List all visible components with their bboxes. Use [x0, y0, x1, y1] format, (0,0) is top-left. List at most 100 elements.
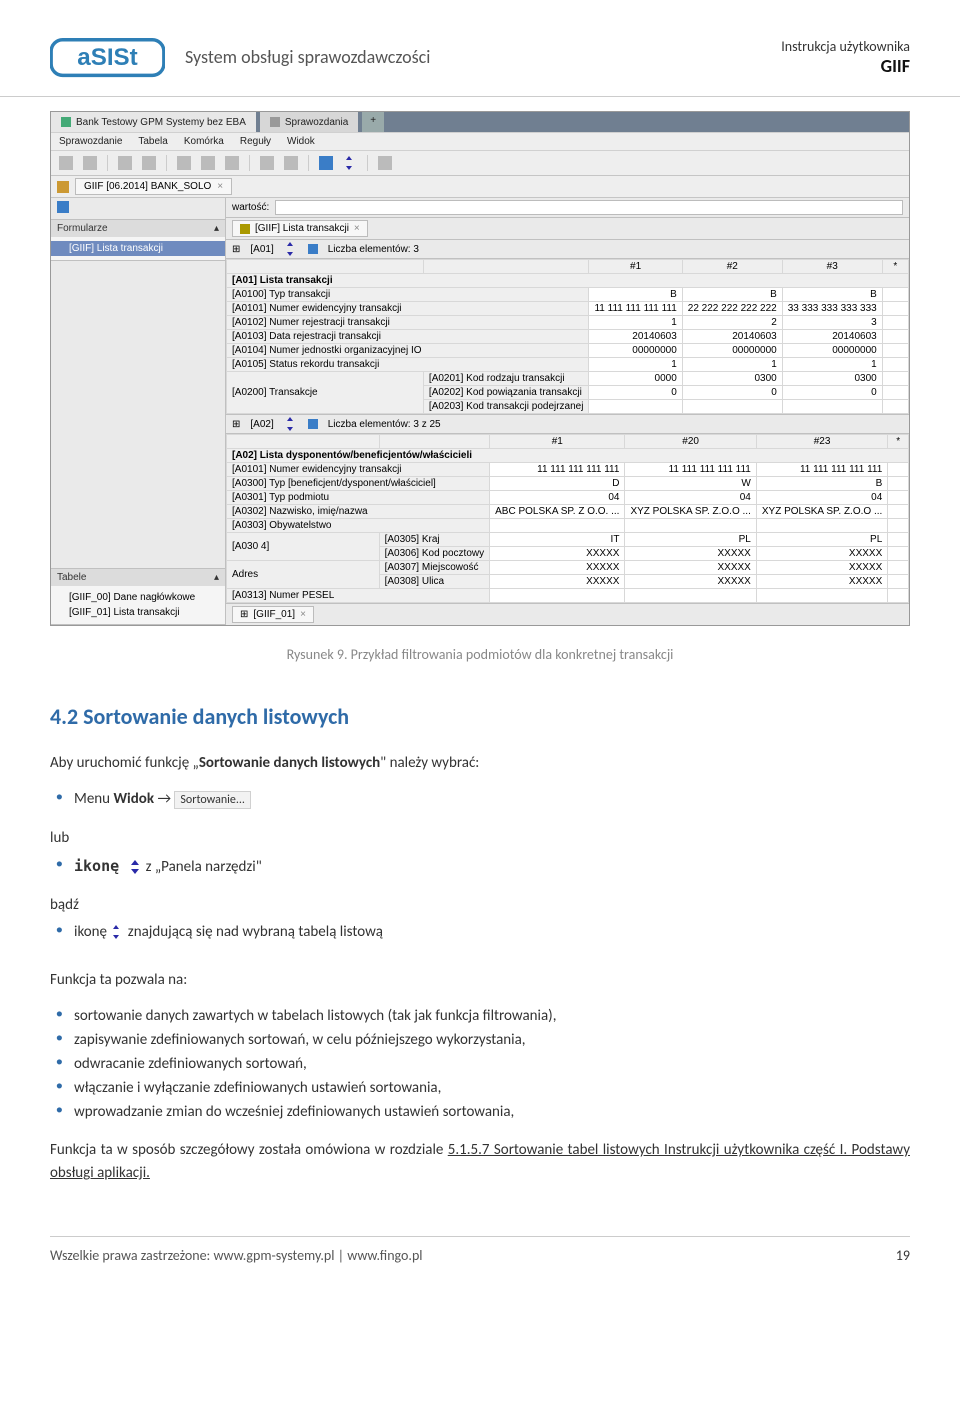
features-intro: Funkcja ta pozwala na: — [50, 969, 910, 992]
wartosc-input[interactable] — [275, 200, 903, 215]
filter-icon[interactable] — [319, 156, 333, 170]
table-row: [A0104] Numer jednostki organizacyjnej I… — [227, 344, 909, 358]
menu-widok[interactable]: Widok — [287, 136, 315, 147]
footer-link-gpm[interactable]: www.gpm-systemy.pl — [213, 1247, 334, 1264]
table-row: [A0103] Data rejestracji transakcji20140… — [227, 330, 909, 344]
menu-reguly[interactable]: Reguły — [240, 136, 271, 147]
side-tab-head[interactable]: Tabele▴ — [51, 569, 225, 586]
menu-bar: Sprawozdanie Tabela Komórka Reguły Widok — [51, 132, 909, 151]
close-icon[interactable]: × — [217, 181, 223, 192]
table-row: [A0300] Typ [beneficjent/dysponent/właśc… — [227, 477, 909, 491]
print-icon[interactable] — [118, 156, 132, 170]
a02-label: [A02] — [250, 419, 273, 430]
closing-paragraph: Funkcja ta w sposób szczegółowy została … — [50, 1139, 910, 1186]
doc-tab[interactable]: GIIF [06.2014] BANK_SOLO × — [75, 178, 232, 195]
figure-caption: Rysunek 9. Przykład filtrowania podmiotó… — [50, 646, 910, 663]
sortowanie-menu-item: Sortowanie... — [174, 791, 251, 809]
section-heading: 4.2 Sortowanie danych listowych — [50, 703, 910, 730]
inner-tab-lista[interactable]: [GIIF] Lista transakcji × — [232, 220, 368, 237]
table-row: [A0101] Numer ewidencyjny transakcji11 1… — [227, 463, 909, 477]
a01-table: #1 #2 #3 * [A01] Lista transakcji [A0100… — [226, 259, 909, 414]
grid3-icon[interactable] — [225, 156, 239, 170]
table-row: [A0301] Typ podmiotu040404 — [227, 491, 909, 505]
grid2-icon[interactable] — [201, 156, 215, 170]
feature-item: wprowadzanie zmian do wcześniej zdefinio… — [74, 1103, 910, 1121]
header-divider — [0, 96, 960, 97]
find-icon[interactable] — [142, 156, 156, 170]
close-icon[interactable]: × — [300, 609, 306, 620]
save-all-icon[interactable] — [83, 156, 97, 170]
menu-sprawozdanie[interactable]: Sprawozdanie — [59, 136, 122, 147]
giif-mark: GIIF — [781, 55, 910, 77]
sort-icon[interactable] — [284, 242, 298, 256]
screenshot-figure: Bank Testowy GPM Systemy bez EBA Sprawoz… — [50, 111, 910, 626]
app-tab-sprawozdania-label: Sprawozdania — [285, 117, 348, 128]
a02-marker: ⊞ — [232, 419, 240, 430]
app-tab-bank[interactable]: Bank Testowy GPM Systemy bez EBA — [51, 112, 256, 132]
feature-item: zapisywanie zdefiniowanych sortowań, w c… — [74, 1031, 910, 1049]
a0313-label: [A0313] Numer PESEL — [227, 589, 490, 603]
menu-tabela[interactable]: Tabela — [138, 136, 167, 147]
lub-label: lub — [50, 827, 910, 850]
bullet-ikone-nad-tabela: ikonę znajdującą się nad wybraną tabelą … — [74, 923, 910, 941]
table-row: [A0303] Obywatelstwo — [227, 519, 909, 533]
bullet-menu-widok: Menu Widok → Sortowanie... — [74, 790, 910, 809]
sort-icon[interactable] — [284, 417, 298, 431]
table-row: [A0100] Typ transakcjiBBB — [227, 288, 909, 302]
doc-tab-icon — [57, 181, 69, 193]
table-row: [A0101] Numer ewidencyjny transakcji11 1… — [227, 302, 909, 316]
footer-link-fingo[interactable]: www.fingo.pl — [347, 1247, 422, 1264]
collapse-icon: ▴ — [214, 223, 219, 234]
asist-logo: aSISt — [50, 28, 165, 86]
footer-tab-giif01[interactable]: ⊞ [GIIF_01] × — [232, 606, 314, 623]
app-tab-sprawozdania[interactable]: Sprawozdania — [260, 112, 358, 132]
doc-icon — [270, 117, 280, 127]
app-tab-bank-label: Bank Testowy GPM Systemy bez EBA — [76, 117, 246, 128]
a01-count: Liczba elementów: 3 — [328, 244, 419, 255]
badz-label: bądź — [50, 894, 910, 917]
save-icon[interactable] — [59, 156, 73, 170]
wartosc-label: wartość: — [232, 202, 269, 213]
tree-item-giif00[interactable]: [GIIF_00] Dane nagłówkowe — [51, 590, 225, 605]
side-form-head[interactable]: Formularze▴ — [51, 220, 225, 237]
intro-paragraph: Aby uruchomić funkcję „Sortowanie danych… — [50, 752, 910, 775]
filter-small-icon[interactable] — [308, 244, 318, 254]
system-title: System obsługi sprawozdawczości — [185, 46, 761, 68]
feature-item: włączanie i wyłączanie zdefiniowanych us… — [74, 1079, 910, 1097]
app-tab-add[interactable]: + — [362, 112, 384, 132]
doc-tab-label: GIIF [06.2014] BANK_SOLO — [84, 181, 211, 192]
toolbar — [51, 151, 909, 176]
filter-small-icon[interactable] — [308, 419, 318, 429]
table-row: [A0105] Status rekordu transakcji111 — [227, 358, 909, 372]
manual-label: Instrukcja użytkownika — [781, 38, 910, 55]
a01-marker: ⊞ — [232, 244, 240, 255]
footer-text: Wszelkie prawa zastrzeżone: www.gpm-syst… — [50, 1247, 423, 1264]
link-icon[interactable] — [378, 156, 392, 170]
table-row: Adres[A0307] MiejscowośćXXXXXXXXXXXXXXX — [227, 561, 909, 575]
nav-right-icon[interactable] — [284, 156, 298, 170]
close-icon[interactable]: × — [354, 223, 360, 234]
a02-section-header: [A02] Lista dysponentów/beneficjentów/wł… — [227, 449, 909, 463]
window-icon — [61, 117, 71, 127]
nav-left-icon[interactable] — [260, 156, 274, 170]
funnel-icon[interactable] — [57, 201, 69, 213]
table-row: [A0102] Numer rejestracji transakcji123 — [227, 316, 909, 330]
a02-table: #1 #20 #23 * [A02] Lista dysponentów/ben… — [226, 434, 909, 603]
table-row: [A0302] Nazwisko, imię/nazwaABC POLSKA S… — [227, 505, 909, 519]
table-row: [A0200] Transakcje[A0201] Kod rodzaju tr… — [227, 372, 909, 386]
page-number: 19 — [896, 1247, 910, 1264]
tree-item-giif01[interactable]: [GIIF_01] Lista transakcji — [51, 605, 225, 620]
collapse-icon: ▴ — [214, 572, 219, 583]
sort-icon[interactable] — [343, 156, 357, 170]
feature-item: sortowanie danych zawartych w tabelach l… — [74, 1007, 910, 1025]
table-row: [A030 4][A0305] KrajITPLPL — [227, 533, 909, 547]
grid1-icon[interactable] — [177, 156, 191, 170]
sort-double-icon — [110, 925, 124, 939]
a01-section-header: [A01] Lista transakcji — [227, 274, 909, 288]
bullet-ikone-panel: ikonę z „Panela narzędzi" — [74, 857, 910, 876]
lock-icon — [240, 224, 250, 234]
a01-label: [A01] — [250, 244, 273, 255]
tree-item-giif-lista[interactable]: [GIIF] Lista transakcji — [51, 241, 225, 256]
svg-text:aSISt: aSISt — [77, 44, 137, 71]
menu-komorka[interactable]: Komórka — [184, 136, 224, 147]
